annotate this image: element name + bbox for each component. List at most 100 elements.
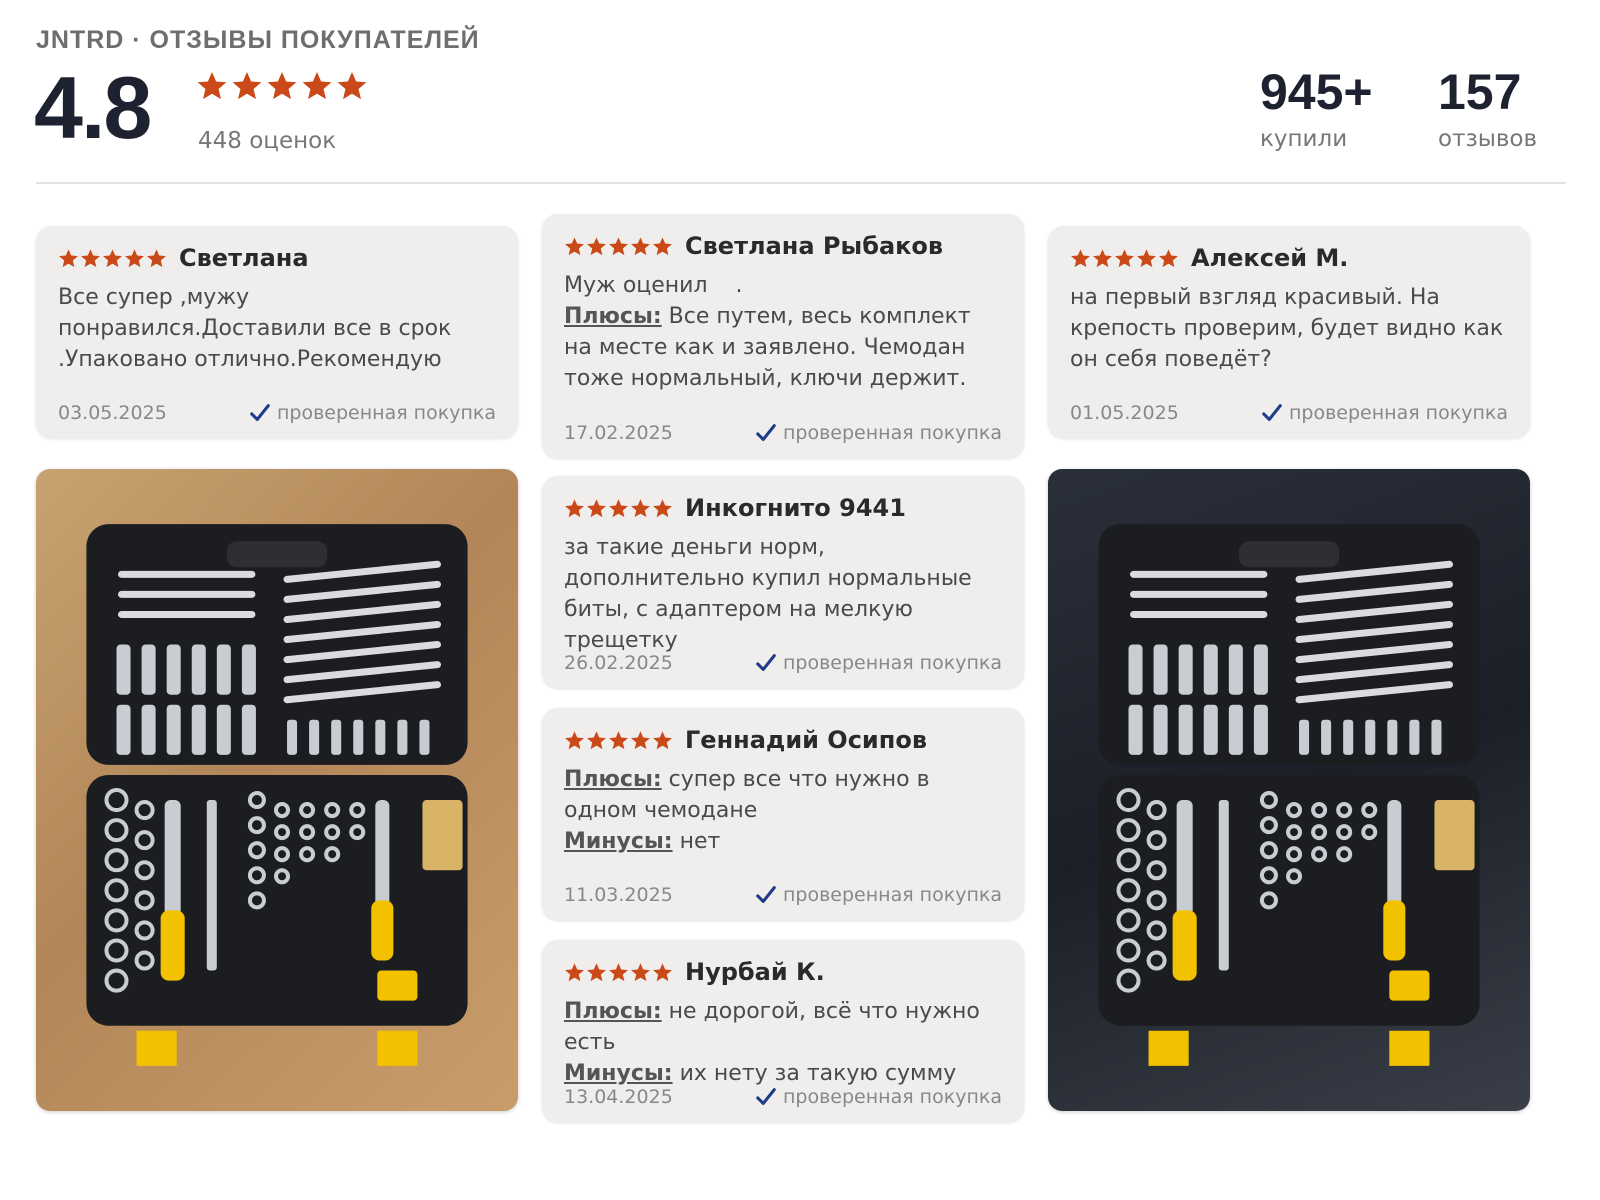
verified-badge: проверенная покупка (755, 652, 1002, 674)
verified-badge: проверенная покупка (1261, 402, 1508, 424)
review-date: 17.02.2025 (564, 422, 673, 444)
verified-label: проверенная покупка (276, 402, 496, 424)
star-icon (608, 730, 629, 751)
verified-label: проверенная покупка (782, 884, 1002, 906)
star-icon (586, 236, 607, 257)
star-icon (652, 498, 673, 519)
star-icon (266, 70, 298, 102)
review-stars (564, 236, 673, 257)
review-author: Алексей М. (1191, 244, 1349, 272)
star-icon (196, 70, 228, 102)
review-card[interactable]: Светлана Все супер ,мужу понравился.Дост… (36, 226, 518, 438)
star-icon (630, 730, 651, 751)
star-icon (336, 70, 368, 102)
star-icon (102, 248, 123, 269)
star-icon (652, 236, 673, 257)
verified-badge: проверенная покупка (249, 402, 496, 424)
verified-badge: проверенная покупка (755, 884, 1002, 906)
review-stars (1070, 248, 1179, 269)
star-icon (1092, 248, 1113, 269)
review-text: за такие деньги норм, дополнительно купи… (564, 535, 972, 653)
bought-stat: 945+ купили (1260, 60, 1373, 152)
toolset-image (1048, 469, 1530, 1111)
star-icon (608, 962, 629, 983)
review-author: Инкогнито 9441 (685, 494, 906, 522)
review-date: 01.05.2025 (1070, 402, 1179, 424)
review-date: 11.03.2025 (564, 884, 673, 906)
star-icon (124, 248, 145, 269)
bought-value: 945+ (1260, 64, 1373, 120)
bought-label: купили (1260, 126, 1348, 152)
verified-badge: проверенная покупка (755, 422, 1002, 444)
star-icon (231, 70, 263, 102)
star-icon (58, 248, 79, 269)
cons-text: их нету за такую сумму (679, 1061, 957, 1086)
review-text: Все супер ,мужу понравился.Доставили все… (58, 285, 452, 372)
review-stars (564, 730, 673, 751)
average-rating: 4.8 (34, 58, 152, 157)
review-photo[interactable] (36, 469, 518, 1111)
review-body: Муж оценил . Плюсы: Все путем, весь комп… (564, 270, 1002, 394)
check-icon (755, 1086, 777, 1108)
star-icon (1136, 248, 1157, 269)
check-icon (249, 402, 271, 424)
check-icon (755, 884, 777, 906)
review-author: Нурбай К. (685, 958, 825, 986)
reviews-stat: 157 отзывов (1438, 60, 1537, 152)
star-icon (586, 498, 607, 519)
star-icon (652, 962, 673, 983)
review-stars (564, 962, 673, 983)
review-photo[interactable] (1048, 469, 1530, 1111)
cons-text: нет (679, 829, 721, 854)
review-date: 03.05.2025 (58, 402, 167, 424)
verified-badge: проверенная покупка (755, 1086, 1002, 1108)
review-card[interactable]: Алексей М. на первый взгляд красивый. На… (1048, 226, 1530, 438)
star-icon (608, 236, 629, 257)
star-icon (586, 730, 607, 751)
review-stars (58, 248, 167, 269)
star-icon (652, 730, 673, 751)
pros-label: Плюсы: (564, 304, 662, 329)
reviews-label: отзывов (1438, 126, 1538, 152)
verified-label: проверенная покупка (782, 1086, 1002, 1108)
review-body: Плюсы: не дорогой, всё что нужно есть Ми… (564, 996, 1002, 1089)
star-icon (608, 498, 629, 519)
review-card[interactable]: Светлана Рыбаков Муж оценил . Плюсы: Все… (542, 214, 1024, 458)
review-author: Геннадий Осипов (685, 726, 928, 754)
star-icon (1070, 248, 1091, 269)
review-stars (564, 498, 673, 519)
reviews-value: 157 (1438, 64, 1522, 120)
review-text: Муж оценил . (564, 273, 743, 298)
check-icon (755, 422, 777, 444)
verified-label: проверенная покупка (1288, 402, 1508, 424)
review-author: Светлана Рыбаков (685, 232, 944, 260)
verified-label: проверенная покупка (782, 652, 1002, 674)
pros-label: Плюсы: (564, 767, 662, 792)
review-card[interactable]: Инкогнито 9441 за такие деньги норм, доп… (542, 476, 1024, 688)
review-card[interactable]: Геннадий Осипов Плюсы: супер все что нуж… (542, 708, 1024, 920)
star-icon (564, 730, 585, 751)
star-icon (586, 962, 607, 983)
review-card[interactable]: Нурбай К. Плюсы: не дорогой, всё что нуж… (542, 940, 1024, 1122)
check-icon (1261, 402, 1283, 424)
brand-title: JNTRD · ОТЗЫВЫ ПОКУПАТЕЛЕЙ (36, 26, 480, 54)
star-icon (630, 498, 651, 519)
rating-count: 448 оценок (198, 128, 337, 154)
review-body: Плюсы: супер все что нужно в одном чемод… (564, 764, 1002, 857)
review-author: Светлана (179, 244, 309, 272)
cons-label: Минусы: (564, 829, 673, 854)
star-icon (1158, 248, 1179, 269)
cons-label: Минусы: (564, 1061, 673, 1086)
header-divider (36, 182, 1566, 184)
star-icon (630, 236, 651, 257)
rating-stars (196, 70, 368, 102)
review-date: 13.04.2025 (564, 1086, 673, 1108)
toolset-image (36, 469, 518, 1111)
star-icon (564, 498, 585, 519)
star-icon (1114, 248, 1135, 269)
star-icon (146, 248, 167, 269)
review-text: на первый взгляд красивый. На крепость п… (1070, 285, 1504, 372)
star-icon (564, 236, 585, 257)
star-icon (630, 962, 651, 983)
verified-label: проверенная покупка (782, 422, 1002, 444)
